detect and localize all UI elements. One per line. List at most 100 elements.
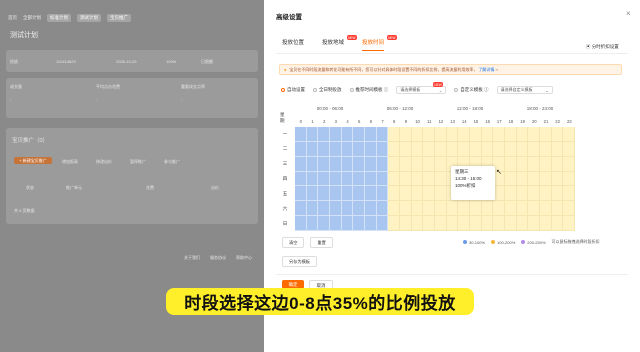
schedule-cell[interactable]	[435, 171, 447, 187]
schedule-cell[interactable]	[400, 156, 412, 172]
schedule-cell[interactable]	[353, 171, 365, 187]
reset-button[interactable]: 重置	[310, 237, 333, 248]
schedule-cell[interactable]	[411, 186, 424, 202]
schedule-cell[interactable]	[295, 141, 307, 157]
schedule-cell[interactable]	[551, 171, 564, 187]
schedule-cell[interactable]	[365, 127, 377, 142]
schedule-cell[interactable]	[400, 171, 412, 187]
schedule-cell[interactable]	[423, 171, 435, 187]
schedule-cell[interactable]	[481, 141, 494, 157]
schedule-cell[interactable]	[446, 141, 459, 157]
schedule-cell[interactable]	[563, 127, 575, 142]
schedule-cell[interactable]	[330, 171, 342, 187]
schedule-cell[interactable]	[540, 127, 552, 142]
filter-item[interactable]: 暂停推广	[130, 159, 146, 165]
schedule-cell[interactable]	[481, 216, 494, 231]
schedule-cell[interactable]	[540, 171, 552, 187]
schedule-cell[interactable]	[341, 216, 354, 231]
schedule-cell[interactable]	[318, 216, 330, 231]
breadcrumb-item[interactable]: 标准计划	[47, 14, 71, 22]
schedule-cell[interactable]	[435, 216, 447, 231]
custom-template-select[interactable]: 请选择自定义模板 ⌄	[496, 86, 553, 94]
schedule-cell[interactable]	[423, 186, 435, 202]
schedule-cell[interactable]	[423, 201, 435, 217]
schedule-cell[interactable]	[341, 171, 354, 187]
schedule-cell[interactable]	[470, 201, 482, 217]
schedule-cell[interactable]	[400, 216, 412, 231]
discount-template-link[interactable]: ▣ 分时折扣设置	[586, 44, 619, 50]
schedule-cell[interactable]	[306, 216, 319, 231]
breadcrumb-item[interactable]: 测试计划	[77, 14, 101, 22]
schedule-cell[interactable]	[528, 201, 540, 217]
schedule-cell[interactable]	[528, 186, 540, 202]
schedule-cell[interactable]	[306, 127, 319, 142]
schedule-cell[interactable]	[411, 201, 424, 217]
schedule-cell[interactable]	[563, 171, 575, 187]
schedule-cell[interactable]	[493, 127, 505, 142]
schedule-cell[interactable]	[516, 186, 529, 202]
schedule-grid[interactable]	[295, 127, 575, 231]
schedule-cell[interactable]	[295, 127, 307, 142]
schedule-cell[interactable]	[505, 216, 517, 231]
schedule-cell[interactable]	[458, 127, 470, 142]
schedule-cell[interactable]	[481, 201, 494, 217]
schedule-cell[interactable]	[376, 201, 389, 217]
schedule-cell[interactable]	[376, 141, 389, 157]
schedule-cell[interactable]	[388, 186, 400, 202]
schedule-cell[interactable]	[388, 171, 400, 187]
breadcrumb-item[interactable]: 宝贝推广	[107, 14, 131, 22]
schedule-cell[interactable]	[423, 127, 435, 142]
footer-link[interactable]: 帮助中心	[236, 255, 252, 261]
schedule-cell[interactable]	[353, 156, 365, 172]
schedule-cell[interactable]	[458, 201, 470, 217]
schedule-cell[interactable]	[446, 127, 459, 142]
schedule-cell[interactable]	[540, 141, 552, 157]
schedule-cell[interactable]	[295, 201, 307, 217]
radio-auto[interactable]: 自动设置	[281, 87, 305, 93]
schedule-cell[interactable]	[411, 127, 424, 142]
schedule-cell[interactable]	[423, 156, 435, 172]
schedule-cell[interactable]	[353, 216, 365, 231]
breadcrumb-item[interactable]: 首页	[8, 15, 17, 21]
schedule-cell[interactable]	[528, 127, 540, 142]
schedule-cell[interactable]	[388, 201, 400, 217]
save-template-button[interactable]: 另存为模板	[282, 256, 317, 267]
schedule-cell[interactable]	[341, 201, 354, 217]
schedule-cell[interactable]	[306, 141, 319, 157]
schedule-cell[interactable]	[458, 141, 470, 157]
schedule-cell[interactable]	[318, 171, 330, 187]
schedule-cell[interactable]	[353, 141, 365, 157]
schedule-cell[interactable]	[493, 186, 505, 202]
schedule-cell[interactable]	[330, 216, 342, 231]
schedule-cell[interactable]	[435, 186, 447, 202]
schedule-cell[interactable]	[540, 201, 552, 217]
close-icon[interactable]: ×	[626, 9, 631, 18]
schedule-cell[interactable]	[365, 186, 377, 202]
schedule-cell[interactable]	[505, 171, 517, 187]
schedule-cell[interactable]	[295, 171, 307, 187]
schedule-cell[interactable]	[330, 127, 342, 142]
schedule-cell[interactable]	[341, 186, 354, 202]
schedule-cell[interactable]	[505, 127, 517, 142]
schedule-cell[interactable]	[341, 127, 354, 142]
schedule-cell[interactable]	[411, 141, 424, 157]
schedule-cell[interactable]	[528, 141, 540, 157]
schedule-cell[interactable]	[493, 141, 505, 157]
schedule-cell[interactable]	[306, 186, 319, 202]
schedule-cell[interactable]	[318, 186, 330, 202]
schedule-cell[interactable]	[551, 127, 564, 142]
schedule-cell[interactable]	[423, 216, 435, 231]
schedule-cell[interactable]	[400, 127, 412, 142]
schedule-cell[interactable]	[435, 201, 447, 217]
schedule-cell[interactable]	[516, 127, 529, 142]
schedule-cell[interactable]	[435, 127, 447, 142]
schedule-cell[interactable]	[446, 201, 459, 217]
filter-item[interactable]: 修改出价	[96, 159, 112, 165]
schedule-cell[interactable]	[516, 201, 529, 217]
schedule-cell[interactable]	[400, 141, 412, 157]
schedule-cell[interactable]	[505, 141, 517, 157]
schedule-cell[interactable]	[481, 127, 494, 142]
schedule-cell[interactable]	[458, 216, 470, 231]
schedule-cell[interactable]	[540, 216, 552, 231]
schedule-cell[interactable]	[306, 156, 319, 172]
